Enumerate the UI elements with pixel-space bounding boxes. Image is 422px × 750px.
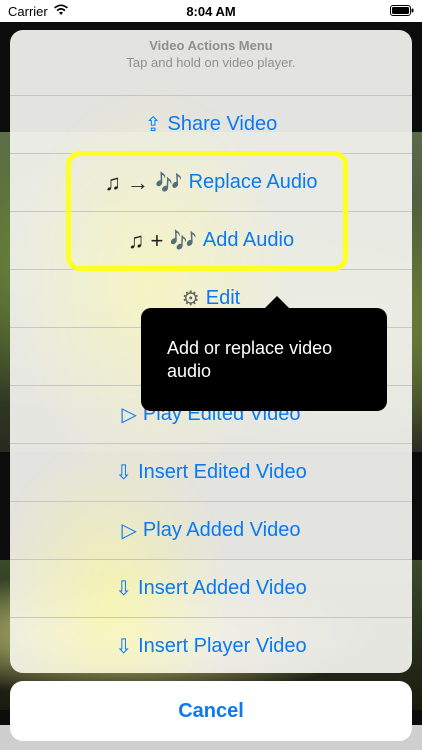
- action-label: Add Audio: [202, 229, 295, 251]
- play-icon: ▷: [121, 520, 137, 542]
- insert-added-video-button[interactable]: ⇩ Insert Added Video: [10, 559, 412, 617]
- music-notes-icon: ♫ → 🎶: [104, 169, 183, 195]
- action-label: Insert Player Video: [138, 635, 307, 657]
- battery-icon: [390, 5, 414, 16]
- sheet-subtitle: Tap and hold on video player.: [126, 55, 296, 70]
- tooltip: Add or replace video audio: [141, 308, 387, 411]
- action-label: Share Video: [167, 113, 278, 135]
- replace-audio-button[interactable]: ♫ → 🎶 Replace Audio: [10, 153, 412, 211]
- tooltip-text: Add or replace video audio: [167, 338, 333, 381]
- download-icon: ⇩: [115, 462, 133, 484]
- play-icon: ▷: [121, 404, 137, 426]
- play-added-video-button[interactable]: ▷ Play Added Video: [10, 501, 412, 559]
- sheet-title: Video Actions Menu: [149, 38, 273, 53]
- share-icon: ⇪: [144, 114, 162, 136]
- status-bar: Carrier 8:04 AM: [0, 0, 422, 22]
- action-label: Insert Edited Video: [138, 461, 307, 483]
- insert-edited-video-button[interactable]: ⇩ Insert Edited Video: [10, 443, 412, 501]
- download-icon: ⇩: [115, 578, 133, 600]
- cancel-button[interactable]: Cancel: [10, 681, 412, 741]
- status-time: 8:04 AM: [186, 4, 236, 19]
- add-audio-button[interactable]: ♫ + 🎶 Add Audio: [10, 211, 412, 269]
- action-label: Edit: [205, 287, 241, 309]
- action-label: Insert Added Video: [138, 577, 307, 599]
- insert-player-video-button[interactable]: ⇩ Insert Player Video: [10, 617, 412, 673]
- action-label: Replace Audio: [188, 171, 318, 193]
- sheet-header: Video Actions Menu Tap and hold on video…: [10, 30, 412, 95]
- music-notes-icon: ♫ + 🎶: [127, 227, 197, 253]
- download-icon: ⇩: [115, 636, 133, 658]
- action-label: Play Added Video: [142, 519, 301, 541]
- share-video-button[interactable]: ⇪ Share Video: [10, 95, 412, 153]
